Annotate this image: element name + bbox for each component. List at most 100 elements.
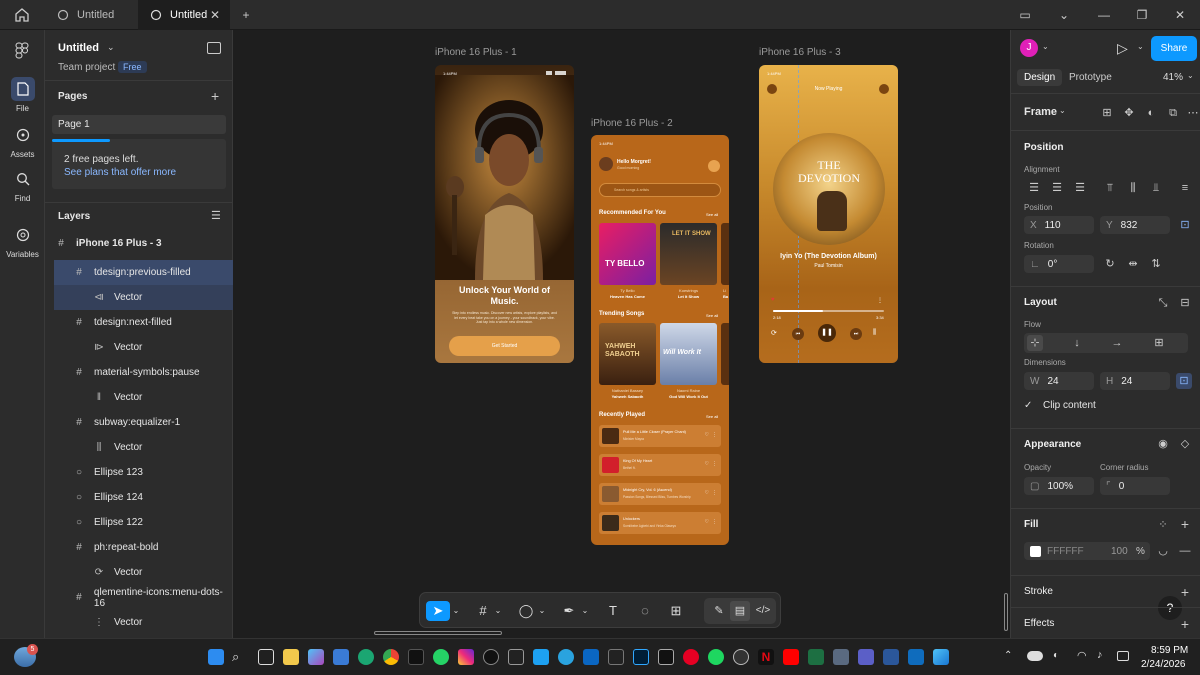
blend-icon[interactable]: ◇ [1177, 436, 1193, 452]
onedrive-icon[interactable] [1027, 651, 1043, 661]
list-item[interactable]: King Of My Heart Bethel ft. ♡ ⋮ [599, 454, 721, 476]
mail-icon[interactable] [908, 649, 924, 665]
frame-type[interactable]: Frame [1024, 106, 1057, 118]
close-window-icon[interactable]: ✕ [1173, 8, 1187, 22]
tray-chevron-icon[interactable]: ⌃ [1004, 650, 1012, 661]
layer-row[interactable]: # ph:repeat-bold [54, 535, 233, 560]
chevron-down-icon[interactable]: ⌄ [581, 601, 589, 621]
plan-badge[interactable]: Free [118, 61, 147, 73]
component-icon[interactable]: ✥ [1121, 105, 1137, 121]
more-icon[interactable]: ⋯ [1185, 105, 1200, 121]
comment-tool[interactable]: ◌ [635, 601, 655, 621]
layers-options-icon[interactable]: ☰ [211, 209, 221, 222]
menu-dots-icon[interactable]: ⋮ [712, 461, 717, 467]
layer-row[interactable]: ⧏ Vector [54, 285, 233, 310]
see-plans-link[interactable]: See plans that offer more [64, 167, 176, 178]
heart-filled-icon[interactable]: ♥ [771, 297, 775, 303]
rotation-field[interactable]: ∟ 0° [1024, 255, 1094, 273]
collapse-layout-icon[interactable]: ⤡ [1155, 295, 1171, 311]
album-cover[interactable] [721, 323, 729, 385]
move-tool[interactable]: ➤ [426, 601, 450, 621]
list-item[interactable]: Pull Me a Little Closer (Prayer Chant) M… [599, 425, 721, 447]
layer-row[interactable]: ⋮ Vector [54, 610, 233, 635]
sidebar-toggle-icon[interactable] [207, 42, 221, 54]
instagram-icon[interactable] [458, 649, 474, 665]
boolean-icon[interactable]: ⧉ [1165, 105, 1181, 121]
capcut-icon[interactable] [508, 649, 524, 665]
y-field[interactable]: Y 832 [1100, 216, 1170, 234]
layer-row[interactable]: # subway:equalizer-1 [54, 410, 233, 435]
file-explorer-icon[interactable] [283, 649, 299, 665]
menu-dots-icon[interactable]: ⋮ [877, 297, 883, 304]
notification-icon[interactable] [708, 160, 720, 172]
layer-row[interactable]: ⟳ Vector [54, 560, 233, 585]
layer-row[interactable]: # qlementine-icons:menu-dots-16 [54, 585, 233, 610]
align-right-icon[interactable]: ☰ [1072, 180, 1088, 196]
add-page-icon[interactable]: + [211, 88, 219, 104]
twitter-icon[interactable] [533, 649, 549, 665]
collapse-icon[interactable] [879, 84, 889, 94]
pause-button[interactable]: ❚❚ [818, 324, 836, 342]
flow-horizontal-icon[interactable]: → [1109, 335, 1125, 351]
see-all-link[interactable]: See all [706, 414, 718, 419]
chevron-down-icon[interactable]: ⌄ [107, 42, 115, 53]
rail-item-variables[interactable]: Variables [0, 223, 45, 259]
edge-icon[interactable] [358, 649, 374, 665]
chevron-down-icon[interactable]: ⌄ [1057, 8, 1071, 22]
search-icon[interactable]: ⌕ [232, 649, 248, 665]
chevron-down-icon[interactable]: ⌄ [452, 601, 460, 621]
menu-dots-icon[interactable]: ⋮ [712, 490, 717, 496]
chevron-down-icon[interactable]: ⌄ [1042, 42, 1049, 51]
list-item[interactable]: Unlockers Somiibebe Agbebi and Yinka Ola… [599, 512, 721, 534]
clip-content-checkbox[interactable]: ✓ [1024, 400, 1032, 411]
get-started-button[interactable]: Get Started [449, 336, 560, 356]
layer-row[interactable]: ○ Ellipse 124 [54, 485, 233, 510]
rail-item-file[interactable]: File [0, 77, 45, 113]
heart-icon[interactable]: ♡ [705, 490, 709, 496]
start-icon[interactable] [208, 649, 224, 665]
auto-layout-icon[interactable]: ⊟ [1177, 295, 1193, 311]
hide-fill-icon[interactable]: ◡ [1155, 543, 1171, 559]
teams-icon[interactable] [858, 649, 874, 665]
location-icon[interactable]: ◐ [1053, 650, 1059, 661]
album-cover[interactable]: LET IT SHOW [660, 223, 717, 285]
present-icon[interactable]: ▷ [1117, 40, 1128, 57]
task-view-icon[interactable] [258, 649, 274, 665]
avatar[interactable]: J [1020, 39, 1038, 57]
align-middle-icon[interactable]: ⫼ [1125, 180, 1141, 196]
draw-mode-icon[interactable]: ✎ [709, 601, 729, 621]
dev-mode-icon[interactable]: </> [753, 601, 773, 621]
close-tab-icon[interactable]: ✕ [210, 8, 220, 22]
clock-date[interactable]: 2/24/2026 [1141, 659, 1186, 670]
youtube-icon[interactable] [783, 649, 799, 665]
fill-swatch[interactable] [1030, 545, 1041, 557]
distribute-icon[interactable]: ≡ [1177, 180, 1193, 196]
layer-row[interactable]: ‖ Vector [54, 385, 233, 410]
chrome-icon[interactable] [383, 649, 399, 665]
canvas[interactable]: iPhone 16 Plus - 1 1:44PM Unlock Your Wo… [233, 30, 1010, 638]
chevron-down-icon[interactable]: ⌄ [1059, 106, 1066, 115]
frame-home[interactable]: 1:44PM Hello Morgret! Good morning Searc… [591, 135, 729, 545]
remove-fill-icon[interactable]: — [1177, 543, 1193, 559]
corner-radius-field[interactable]: ⌜ 0 [1100, 477, 1170, 495]
frame-now-playing[interactable]: 1:44PM Now Playing THE DEVOTION Iyin Yo … [759, 65, 898, 363]
flip-vertical-icon[interactable]: ⇅ [1148, 256, 1164, 272]
text-tool[interactable]: T [603, 601, 623, 621]
styles-icon[interactable]: ⁘ [1155, 517, 1171, 533]
equalizer-icon[interactable]: ⫼ [873, 329, 876, 337]
rotate-icon[interactable]: ↻ [1102, 256, 1118, 272]
album-cover[interactable] [721, 223, 729, 285]
horizontal-scrollbar[interactable] [374, 631, 502, 635]
heart-icon[interactable]: ♡ [705, 461, 709, 467]
width-field[interactable]: W 24 [1024, 372, 1094, 390]
list-item[interactable]: Midnight Cry, Vol. 6 (Ascend) Passion So… [599, 483, 721, 505]
resize-icon[interactable]: ⊡ [1176, 373, 1192, 389]
design-mode-icon[interactable]: ▤ [730, 601, 750, 621]
whatsapp-icon[interactable] [433, 649, 449, 665]
excel-icon[interactable] [808, 649, 824, 665]
layer-frame[interactable]: # iPhone 16 Plus - 3 [54, 231, 233, 256]
netflix-icon[interactable]: N [758, 649, 774, 665]
frame-label[interactable]: iPhone 16 Plus - 3 [759, 47, 841, 58]
chevron-down-icon[interactable]: ⌄ [1137, 42, 1144, 51]
store-icon[interactable] [333, 649, 349, 665]
